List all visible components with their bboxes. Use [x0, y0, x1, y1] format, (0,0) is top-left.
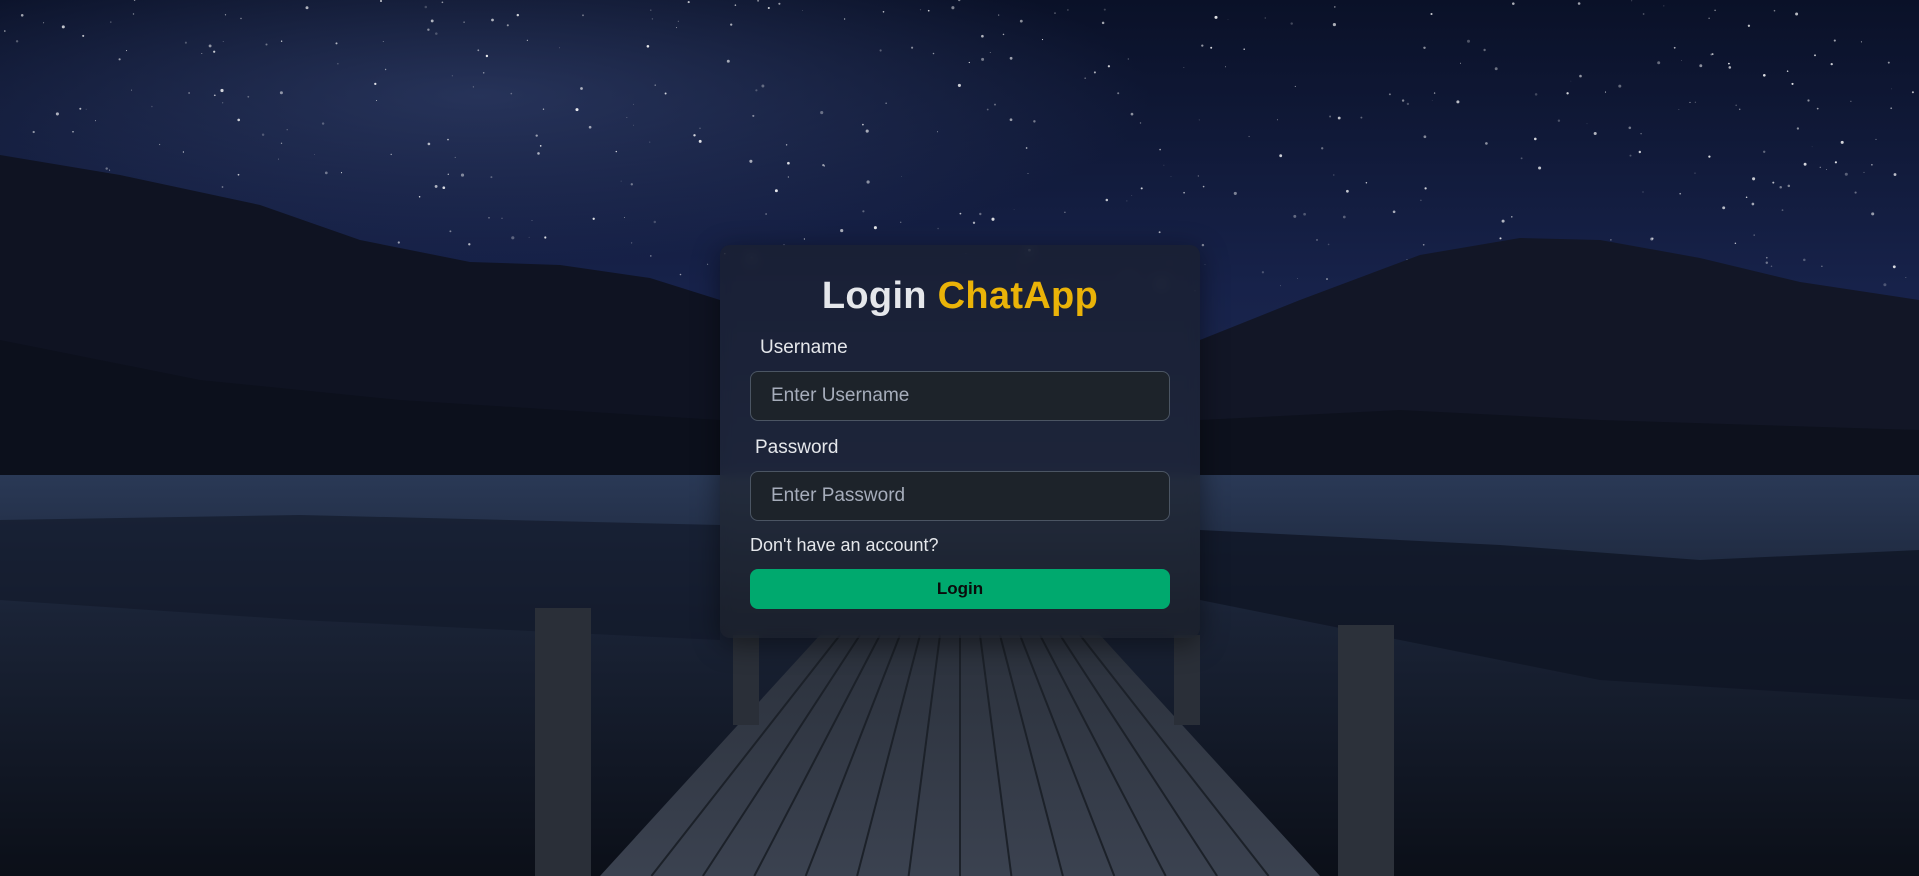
username-input[interactable]	[750, 371, 1170, 421]
page-title: Login ChatApp	[720, 275, 1200, 318]
signup-link[interactable]: Don't have an account?	[750, 535, 939, 556]
password-label: Password	[755, 437, 839, 458]
username-label: Username	[760, 337, 848, 358]
title-login-word: Login	[821, 275, 927, 317]
login-button[interactable]: Login	[750, 569, 1170, 609]
password-input[interactable]	[750, 471, 1170, 521]
login-card: Login ChatApp Username Password Don't ha…	[720, 245, 1200, 638]
title-brand: ChatApp	[937, 275, 1099, 317]
